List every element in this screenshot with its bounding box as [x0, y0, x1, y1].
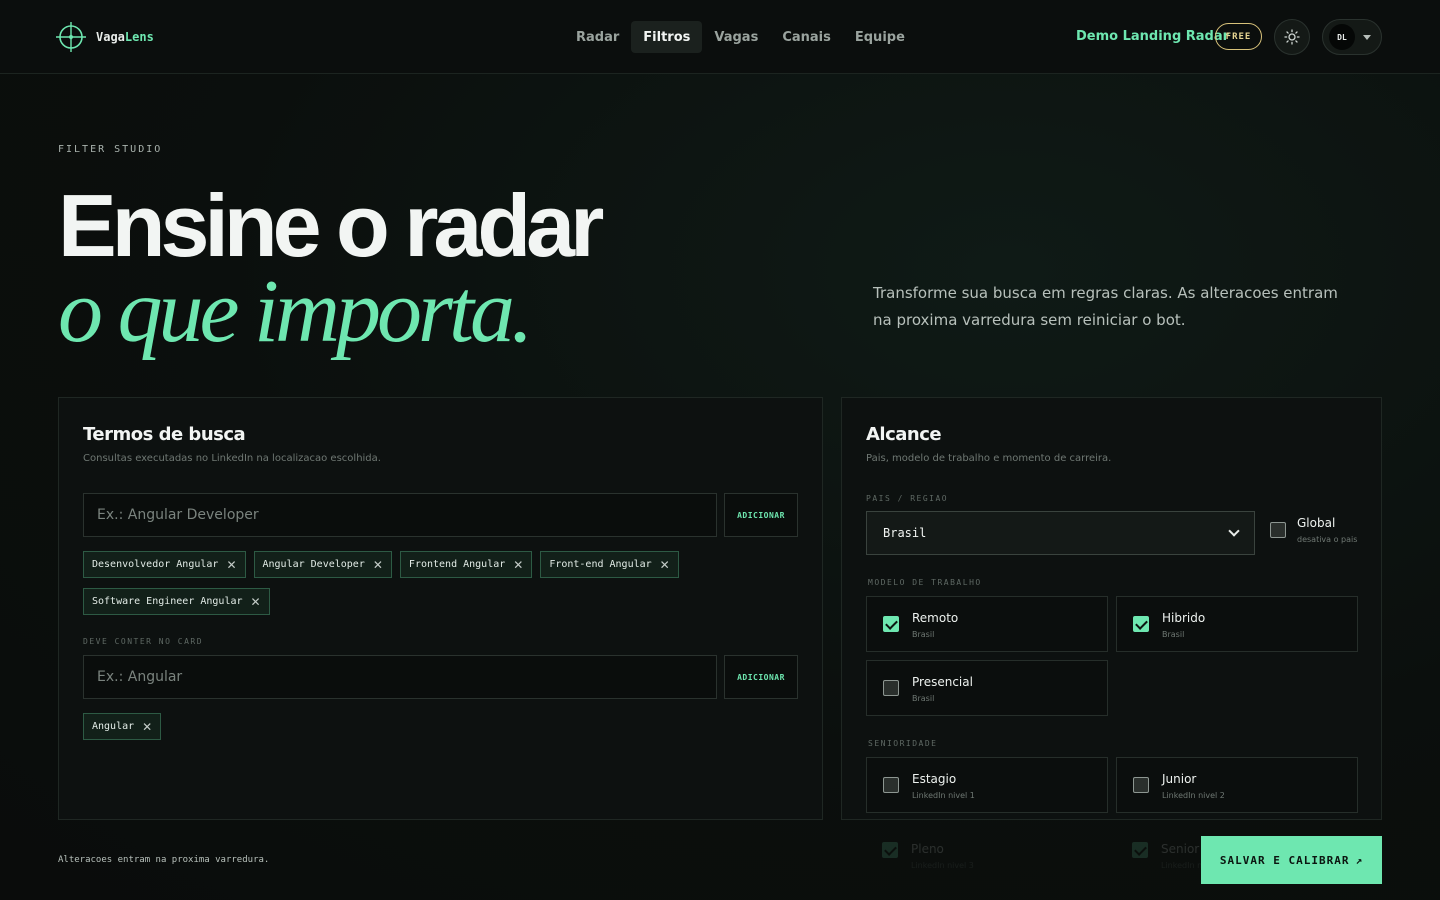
chip-item: Front-end Angular ✕: [540, 551, 679, 578]
theme-toggle-button[interactable]: [1274, 19, 1310, 55]
user-menu-button[interactable]: DL: [1322, 19, 1382, 55]
plan-badge: FREE: [1215, 23, 1262, 50]
checkbox[interactable]: [883, 680, 899, 696]
checkbox[interactable]: [1132, 842, 1148, 858]
seniority-pleno[interactable]: Pleno LinkedIn nivel 3: [882, 842, 974, 870]
option-title: Junior: [1162, 772, 1197, 786]
arrow-up-right-icon: ↗: [1355, 853, 1364, 867]
must-contain-chips: Angular ✕: [83, 713, 162, 740]
panel-subtitle: Pais, modelo de trabalho e momento de ca…: [866, 453, 1112, 464]
brand-name: VagaLens: [96, 30, 154, 44]
crosshair-logo-icon: [56, 22, 86, 52]
option-title: Remoto: [912, 611, 959, 625]
work-model-presencial[interactable]: Presencial Brasil: [866, 660, 1108, 716]
brand-logo[interactable]: VagaLens: [55, 21, 154, 53]
panel-title: Alcance: [866, 424, 942, 445]
chip-item: Frontend Angular ✕: [399, 551, 533, 578]
hero-description: Transforme sua busca em regras claras. A…: [873, 284, 1338, 329]
demo-landing-link[interactable]: Demo Landing Radar: [1076, 29, 1229, 44]
work-model-hibrido[interactable]: Hibrido Brasil: [1116, 596, 1358, 652]
reach-panel: Alcance Pais, modelo de trabalho e momen…: [841, 397, 1382, 820]
hero-title: Ensine o radar: [58, 176, 604, 275]
global-toggle[interactable]: Global desativa o pais: [1270, 516, 1357, 544]
panel-subtitle: Consultas executadas no LinkedIn na loca…: [83, 453, 381, 464]
option-title: Hibrido: [1162, 611, 1206, 625]
footer-note: Alteracoes entram na proxima varredura.: [58, 855, 270, 865]
checkbox[interactable]: [1133, 777, 1149, 793]
option-title: Pleno: [911, 842, 944, 856]
checkbox[interactable]: [1133, 616, 1149, 632]
hero-title-accent: o que importa.: [58, 262, 533, 361]
global-checkbox[interactable]: [1270, 522, 1286, 538]
chip-item: Angular Developer ✕: [253, 551, 392, 578]
seniority-estagio[interactable]: Estagio LinkedIn nivel 1: [866, 757, 1108, 813]
option-sub: LinkedIn nivel 1: [912, 791, 975, 800]
close-icon[interactable]: ✕: [660, 558, 670, 572]
close-icon[interactable]: ✕: [142, 720, 152, 734]
must-contain-input[interactable]: [97, 669, 703, 685]
avatar: DL: [1329, 24, 1355, 50]
sun-icon: [1284, 29, 1300, 45]
search-term-field[interactable]: [83, 493, 717, 537]
chip-item: Angular ✕: [83, 713, 162, 740]
close-icon[interactable]: ✕: [251, 595, 261, 609]
seniority-label: SENIORIDADE: [868, 739, 938, 748]
add-search-term-button[interactable]: ADICIONAR: [724, 493, 798, 537]
must-contain-label: DEVE CONTER NO CARD: [83, 637, 204, 646]
nav-filtros[interactable]: Filtros: [631, 21, 703, 53]
search-term-chips: Desenvolvedor Angular ✕ Angular Developer…: [83, 551, 683, 615]
option-title: Estagio: [912, 772, 957, 786]
panel-title: Termos de busca: [83, 424, 246, 445]
global-sub: desativa o pais: [1297, 535, 1358, 544]
main-nav: Radar Filtros Vagas Canais Equipe: [564, 21, 917, 53]
checkbox[interactable]: [883, 616, 899, 632]
add-must-contain-button[interactable]: ADICIONAR: [724, 655, 798, 699]
save-calibrate-button[interactable]: SALVAR E CALIBRAR ↗: [1201, 836, 1382, 884]
seniority-junior[interactable]: Junior LinkedIn nivel 2: [1116, 757, 1358, 813]
country-label: PAIS / REGIAO: [866, 494, 949, 503]
eyebrow-label: FILTER STUDIO: [58, 144, 163, 155]
nav-vagas[interactable]: Vagas: [702, 21, 770, 53]
nav-equipe[interactable]: Equipe: [843, 21, 917, 53]
country-select[interactable]: Brasil: [866, 511, 1255, 555]
option-sub: Brasil: [912, 694, 935, 703]
chevron-down-icon: [1363, 34, 1371, 40]
close-icon[interactable]: ✕: [373, 558, 383, 572]
close-icon[interactable]: ✕: [226, 558, 236, 572]
option-sub: Brasil: [1162, 630, 1185, 639]
search-term-input[interactable]: [97, 507, 703, 523]
nav-canais[interactable]: Canais: [770, 21, 843, 53]
save-label: SALVAR E CALIBRAR: [1219, 853, 1350, 867]
global-title: Global: [1297, 516, 1336, 530]
nav-radar[interactable]: Radar: [564, 21, 631, 53]
work-model-remoto[interactable]: Remoto Brasil: [866, 596, 1108, 652]
top-header: VagaLens Radar Filtros Vagas Canais Equi…: [0, 0, 1440, 74]
checkbox[interactable]: [883, 777, 899, 793]
work-model-label: MODELO DE TRABALHO: [868, 578, 982, 587]
chevron-down-icon: [1228, 525, 1240, 537]
chip-item: Software Engineer Angular ✕: [83, 588, 270, 615]
must-contain-field[interactable]: [83, 655, 717, 699]
checkbox[interactable]: [882, 842, 898, 858]
option-title: Presencial: [912, 675, 973, 689]
option-sub: LinkedIn nivel 2: [1162, 791, 1225, 800]
close-icon[interactable]: ✕: [513, 558, 523, 572]
chip-item: Desenvolvedor Angular ✕: [83, 551, 246, 578]
option-sub: Brasil: [912, 630, 935, 639]
search-terms-panel: Termos de busca Consultas executadas no …: [58, 397, 823, 820]
option-sub: LinkedIn nivel 3: [911, 861, 974, 870]
